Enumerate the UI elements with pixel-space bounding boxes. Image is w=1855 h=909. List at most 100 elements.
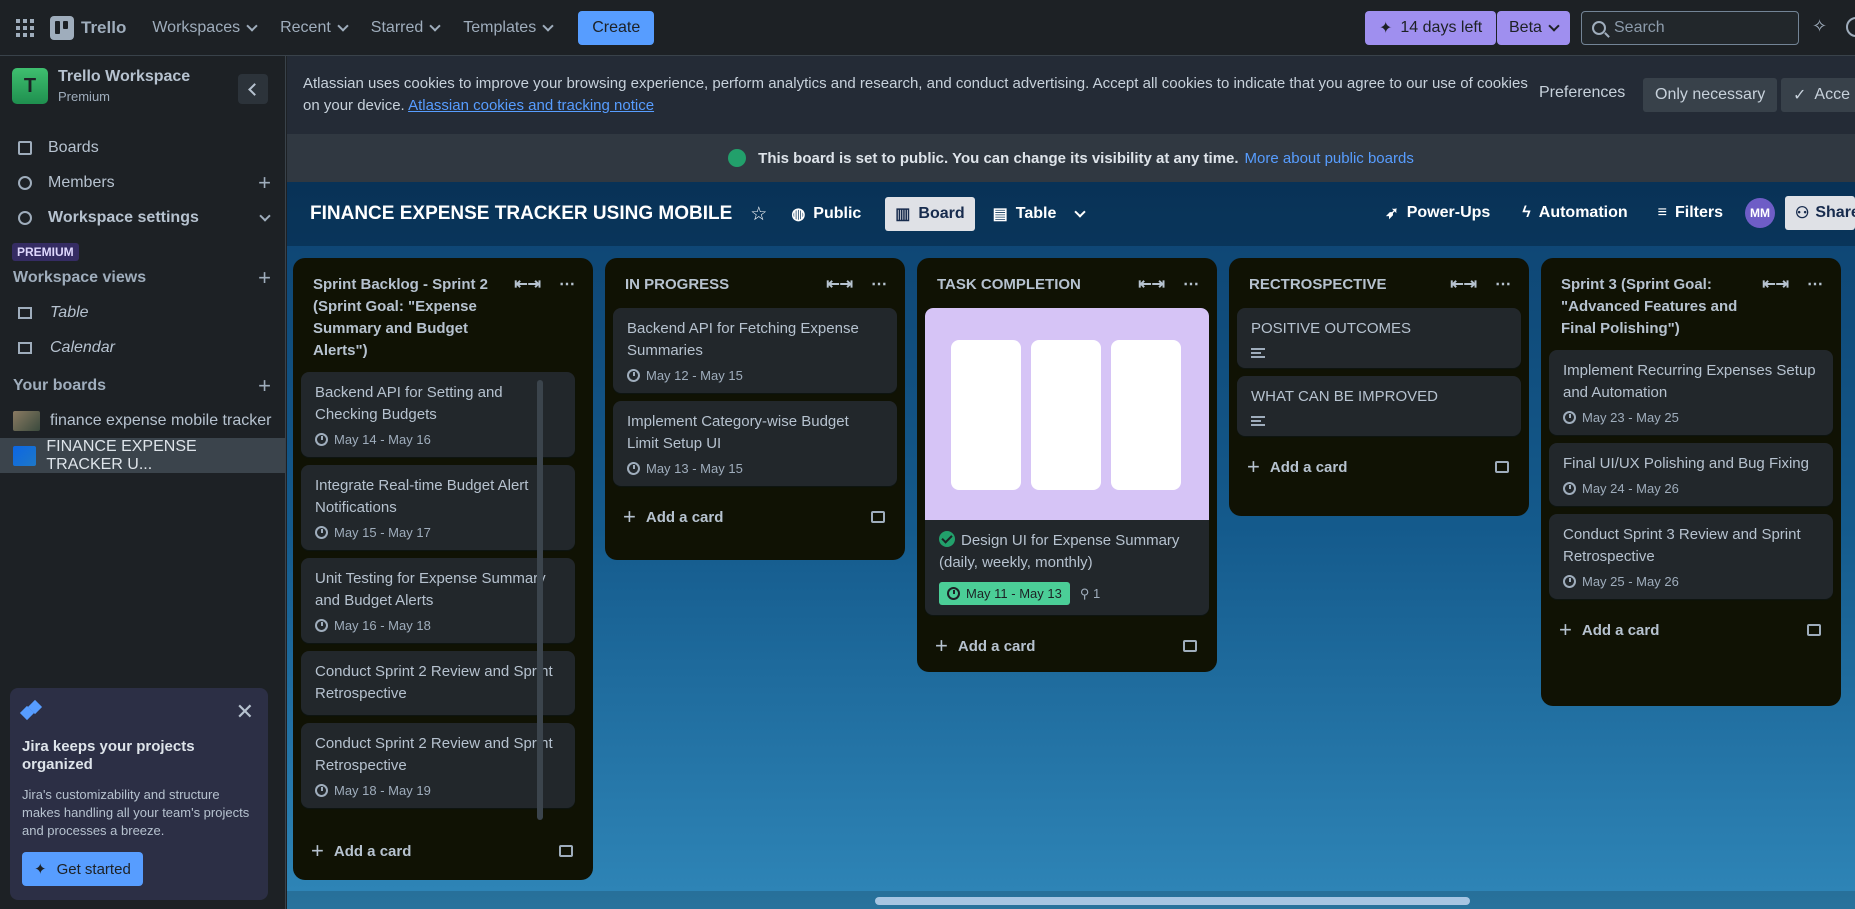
search-box[interactable]	[1581, 11, 1799, 45]
list-menu-icon[interactable]: ⋯	[871, 274, 887, 294]
preferences-button[interactable]: Preferences	[1539, 84, 1625, 102]
collapse-list-icon[interactable]: ⇤⇥	[1450, 274, 1477, 294]
filters-button[interactable]: ≡ Filters	[1648, 196, 1733, 230]
jira-logo-icon	[19, 699, 44, 724]
card-with-cover[interactable]: Design UI for Expense Summary (daily, we…	[925, 308, 1209, 615]
sidebar-view-calendar[interactable]: Calendar	[0, 330, 285, 365]
card[interactable]: Backend API for Fetching Expense Summari…	[613, 308, 897, 393]
template-icon[interactable]	[871, 511, 885, 523]
visibility-button[interactable]: ◍ Public	[781, 197, 871, 231]
due-date-badge[interactable]: May 11 - May 13	[939, 582, 1070, 605]
sidebar-board-item[interactable]: finance expense mobile tracker	[0, 403, 285, 438]
complete-check-icon[interactable]	[939, 531, 955, 547]
card[interactable]: Implement Recurring Expenses Setup and A…	[1549, 350, 1833, 435]
card[interactable]: Conduct Sprint 2 Review and Sprint Retro…	[301, 723, 575, 808]
cookie-notice-link[interactable]: Atlassian cookies and tracking notice	[408, 97, 654, 114]
card[interactable]: Final UI/UX Polishing and Bug Fixing May …	[1549, 443, 1833, 506]
list-scrollbar[interactable]	[537, 380, 543, 820]
search-input[interactable]	[1614, 19, 1784, 37]
visibility-label: Public	[813, 205, 862, 222]
collapse-list-icon[interactable]: ⇤⇥	[1762, 274, 1789, 294]
card[interactable]: Backend API for Setting and Checking Bud…	[301, 372, 575, 457]
add-person-icon: ⚇	[1795, 205, 1810, 222]
close-icon[interactable]: ✕	[236, 701, 254, 723]
app-name: Trello	[81, 17, 127, 37]
nav-recent[interactable]: Recent	[268, 11, 359, 45]
card-title: Final UI/UX Polishing and Bug Fixing	[1563, 455, 1809, 472]
board-title[interactable]: FINANCE EXPENSE TRACKER USING MOBILE	[310, 203, 732, 225]
sidebar-item-boards[interactable]: Boards	[0, 130, 285, 165]
list-header: TASK COMPLETION ⇤⇥ ⋯	[925, 268, 1209, 308]
public-boards-link[interactable]: More about public boards	[1245, 150, 1414, 167]
list-title[interactable]: IN PROGRESS	[625, 274, 815, 296]
share-button[interactable]: ⚇ Share	[1785, 196, 1855, 230]
list-title[interactable]: RECTROSPECTIVE	[1249, 274, 1439, 296]
app-switcher-icon[interactable]	[14, 17, 36, 39]
sidebar-item-workspace-settings[interactable]: Workspace settings	[0, 200, 285, 235]
trello-logo[interactable]: Trello	[50, 15, 127, 40]
list-menu-icon[interactable]: ⋯	[1807, 274, 1823, 294]
star-icon[interactable]: ☆	[750, 203, 767, 226]
list-header: IN PROGRESS ⇤⇥ ⋯	[613, 268, 897, 308]
collapse-list-icon[interactable]: ⇤⇥	[1138, 274, 1165, 294]
trello-logo-icon	[50, 15, 74, 40]
add-card-button[interactable]: + Add a card	[301, 828, 585, 874]
trial-label: 14 days left	[1400, 19, 1483, 36]
nav-templates[interactable]: Templates	[451, 11, 564, 45]
get-started-button[interactable]: ✦ Get started	[22, 852, 143, 886]
template-icon[interactable]	[1807, 624, 1821, 636]
list-title[interactable]: Sprint 3 (Sprint Goal: "Advanced Feature…	[1561, 274, 1751, 340]
only-necessary-button[interactable]: Only necessary	[1643, 78, 1778, 112]
sidebar-view-table[interactable]: Table	[0, 295, 285, 330]
add-card-button[interactable]: + Add a card	[925, 623, 1209, 669]
template-icon[interactable]	[1495, 461, 1509, 473]
card[interactable]: Conduct Sprint 3 Review and Sprint Retro…	[1549, 514, 1833, 599]
beta-button[interactable]: Beta	[1497, 11, 1570, 45]
list-title[interactable]: TASK COMPLETION	[937, 274, 1127, 296]
horizontal-scrollbar[interactable]	[287, 891, 1855, 909]
create-button[interactable]: Create	[578, 10, 655, 45]
sidebar-item-members[interactable]: Members +	[0, 165, 285, 200]
add-card-button[interactable]: + Add a card	[1549, 607, 1833, 653]
nav-starred[interactable]: Starred	[359, 11, 451, 45]
list-header: Sprint Backlog - Sprint 2 (Sprint Goal: …	[301, 268, 585, 372]
collapse-sidebar-button[interactable]	[238, 74, 268, 104]
card[interactable]: POSITIVE OUTCOMES	[1237, 308, 1521, 368]
power-ups-button[interactable]: ➶ Power-Ups	[1375, 196, 1500, 230]
add-card-button[interactable]: + Add a card	[613, 494, 897, 540]
help-icon[interactable]	[1846, 17, 1855, 37]
table-view-tab[interactable]: ▤ Table	[983, 197, 1067, 231]
card[interactable]: Implement Category-wise Budget Limit Set…	[613, 401, 897, 486]
accept-all-button[interactable]: ✓ Acce	[1781, 78, 1855, 112]
list-menu-icon[interactable]: ⋯	[1495, 274, 1511, 294]
card[interactable]: Conduct Sprint 2 Review and Sprint Retro…	[301, 651, 575, 715]
chevron-down-icon[interactable]	[259, 209, 271, 222]
template-icon[interactable]	[1183, 640, 1197, 652]
workspace-name[interactable]: Trello Workspace	[58, 68, 190, 86]
board-view-tab[interactable]: ▥ Board	[885, 197, 975, 231]
add-view-icon[interactable]: +	[258, 265, 271, 291]
table-view-label: Table	[1015, 205, 1057, 222]
template-icon[interactable]	[559, 845, 573, 857]
add-member-icon[interactable]: +	[258, 170, 271, 196]
card[interactable]: Unit Testing for Expense Summary and Bud…	[301, 558, 575, 643]
avatar[interactable]: MM	[1745, 198, 1775, 228]
collapse-list-icon[interactable]: ⇤⇥	[514, 274, 541, 294]
add-board-icon[interactable]: +	[258, 373, 271, 399]
add-card-button[interactable]: + Add a card	[1237, 444, 1521, 490]
card[interactable]: WHAT CAN BE IMPROVED	[1237, 376, 1521, 436]
list-menu-icon[interactable]: ⋯	[559, 274, 575, 294]
list-title[interactable]: Sprint Backlog - Sprint 2 (Sprint Goal: …	[313, 274, 503, 362]
list-menu-icon[interactable]: ⋯	[1183, 274, 1199, 294]
nav-workspaces[interactable]: Workspaces	[140, 11, 268, 45]
list-task-completion: TASK COMPLETION ⇤⇥ ⋯ Design UI for Expens…	[917, 258, 1217, 672]
sidebar-board-item-active[interactable]: FINANCE EXPENSE TRACKER U...	[0, 438, 285, 473]
more-views-button[interactable]	[1066, 197, 1094, 231]
card[interactable]: Integrate Real-time Budget Alert Notific…	[301, 465, 575, 550]
automation-button[interactable]: ϟ Automation	[1512, 196, 1637, 230]
notifications-icon[interactable]: ✧	[1812, 16, 1832, 38]
workspace-logo[interactable]: T	[12, 68, 48, 104]
scrollbar-thumb[interactable]	[875, 897, 1470, 905]
trial-days-left-button[interactable]: ✦ 14 days left	[1365, 11, 1497, 45]
collapse-list-icon[interactable]: ⇤⇥	[826, 274, 853, 294]
